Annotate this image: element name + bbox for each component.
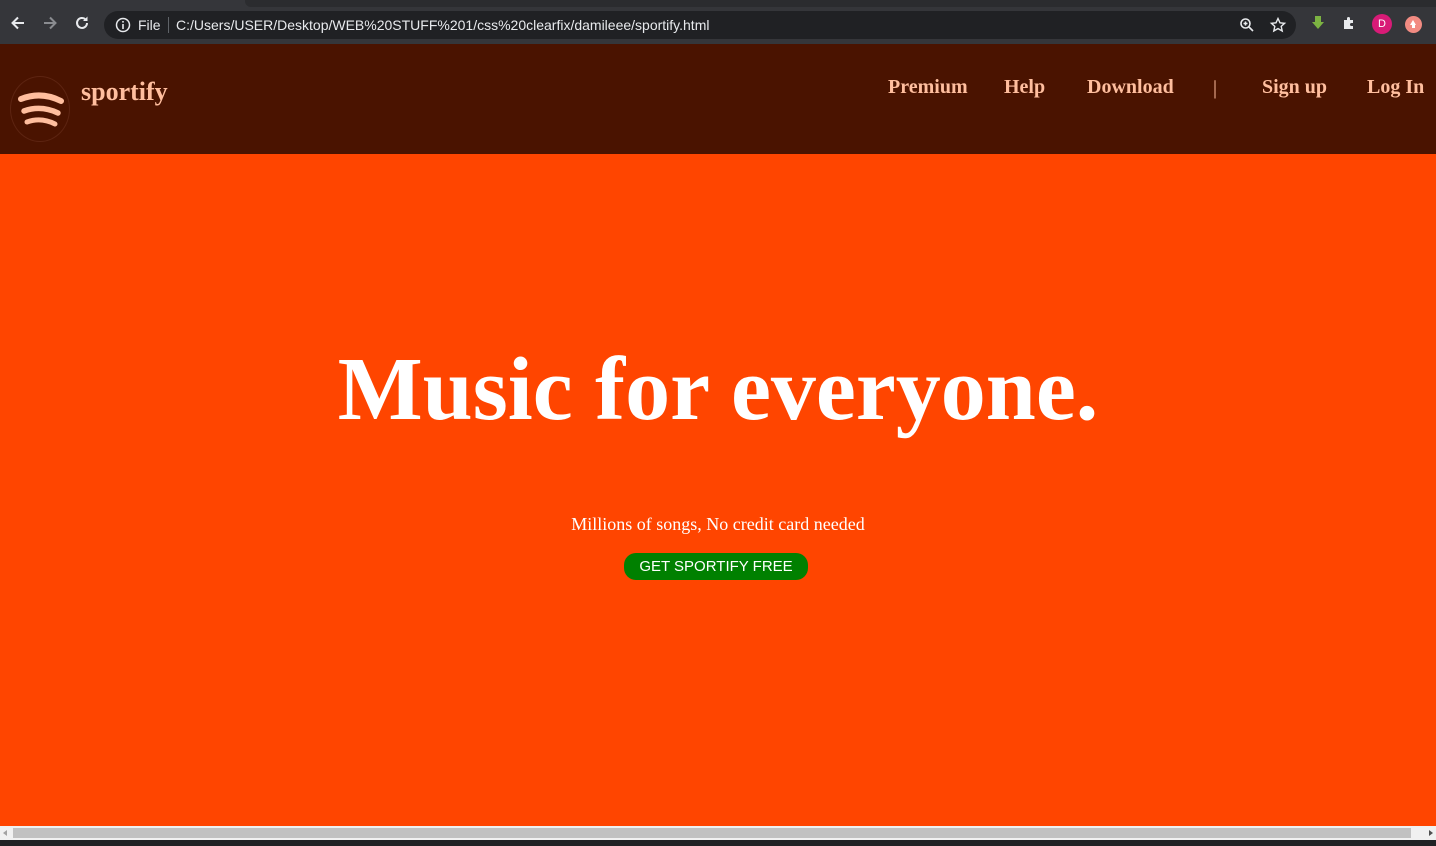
back-icon	[11, 16, 24, 30]
logo[interactable]	[10, 76, 70, 142]
window-bottom-edge	[0, 840, 1436, 846]
back-button[interactable]	[7, 12, 29, 34]
info-icon[interactable]	[115, 17, 131, 33]
upload-extension-icon[interactable]	[1405, 16, 1422, 33]
tab-strip	[245, 0, 1436, 7]
nav-login[interactable]: Log In	[1367, 76, 1424, 99]
scroll-right-icon[interactable]	[1429, 830, 1433, 836]
puzzle-icon	[1344, 17, 1353, 29]
profile-avatar[interactable]: D	[1372, 14, 1392, 34]
scroll-left-icon[interactable]	[3, 830, 7, 836]
hero-subtitle: Millions of songs, No credit card needed	[571, 514, 865, 534]
url-text[interactable]: C:/Users/USER/Desktop/WEB%20STUFF%201/cs…	[176, 17, 709, 33]
scrollbar-thumb[interactable]	[13, 828, 1411, 838]
page-viewport: sportify Premium Help Download | Sign up…	[0, 44, 1436, 826]
get-sportify-free-button[interactable]: GET SPORTIFY FREE	[624, 553, 808, 580]
browser-toolbar: File C:/Users/USER/Desktop/WEB%20STUFF%2…	[0, 0, 1436, 44]
zoom-icon[interactable]	[1238, 16, 1256, 34]
site-header: sportify Premium Help Download | Sign up…	[0, 44, 1436, 154]
reload-button[interactable]	[71, 12, 93, 34]
download-extension-icon	[1312, 16, 1324, 29]
nav-signup[interactable]: Sign up	[1262, 76, 1327, 99]
download-extension-button[interactable]	[1309, 14, 1327, 32]
scheme-separator	[168, 17, 169, 33]
sound-waves-icon	[18, 92, 64, 127]
forward-button[interactable]	[39, 12, 61, 34]
address-bar[interactable]: File C:/Users/USER/Desktop/WEB%20STUFF%2…	[104, 11, 1296, 39]
nav-download[interactable]: Download	[1087, 76, 1174, 99]
nav-premium[interactable]: Premium	[888, 76, 968, 99]
scheme-label: File	[138, 17, 161, 33]
horizontal-scrollbar[interactable]	[0, 826, 1436, 840]
brand-name[interactable]: sportify	[81, 77, 168, 107]
nav-divider: |	[1213, 77, 1218, 99]
reload-icon	[76, 16, 88, 29]
forward-icon	[44, 16, 57, 30]
hero-title: Music for everyone.	[337, 340, 1099, 439]
star-icon[interactable]	[1269, 16, 1287, 34]
nav-help[interactable]: Help	[1004, 76, 1045, 99]
extensions-button[interactable]	[1340, 14, 1358, 32]
